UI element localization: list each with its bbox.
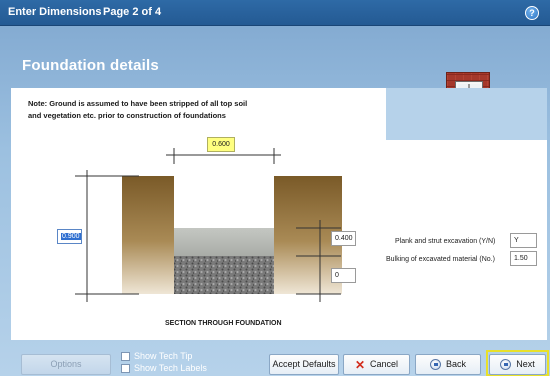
concrete-layer [174,228,274,256]
concrete-thickness-field[interactable]: 0.400 [331,231,356,246]
plank-strut-field[interactable]: Y [510,233,537,248]
show-tech-tip-checkbox[interactable] [121,352,130,361]
depth-value: 0.900 [61,233,81,240]
footer-bar: Options Show Tech Tip Show Tech Labels A… [0,346,550,376]
page-indicator: Page 2 of 4 [103,6,162,18]
cancel-label: Cancel [370,359,399,369]
back-arrow-icon [429,359,441,371]
foundation-section-diagram [75,148,342,302]
depth-field[interactable]: 0.900 [57,229,82,244]
bulking-field[interactable]: 1.50 [510,251,537,266]
help-icon[interactable]: ? [525,6,539,20]
cancel-button[interactable]: ✕ Cancel [343,354,410,375]
hardcore-thickness-field[interactable]: 0 [331,268,356,283]
next-arrow-icon [500,359,512,371]
show-tech-labels-checkbox[interactable] [121,364,130,373]
accept-defaults-label: Accept Defaults [272,359,336,369]
back-button[interactable]: Back [415,354,481,375]
next-label: Next [516,359,535,369]
diagram-caption: SECTION THROUGH FOUNDATION [165,320,282,327]
width-field[interactable]: 0.600 [207,137,235,152]
section-title: Foundation details [22,57,159,74]
next-button[interactable]: Next [489,354,546,375]
back-label: Back [445,359,466,369]
bulking-label: Bulking of excavated material (No.) [386,256,495,263]
show-tech-labels-label: Show Tech Labels [134,363,207,373]
cancel-x-icon: ✕ [354,357,366,372]
accept-defaults-button[interactable]: Accept Defaults [269,354,339,375]
hardcore-layer [174,256,274,294]
options-button[interactable]: Options [21,354,111,375]
trench-opening [174,176,274,228]
title-bar: Enter Dimensions Page 2 of 4 ? [0,0,550,26]
show-tech-tip-label: Show Tech Tip [134,351,193,361]
window-title: Enter Dimensions [8,6,102,18]
dialog-window: Enter Dimensions Page 2 of 4 ? Foundatio… [0,0,550,376]
plank-strut-label: Plank and strut excavation (Y/N) [395,238,496,245]
